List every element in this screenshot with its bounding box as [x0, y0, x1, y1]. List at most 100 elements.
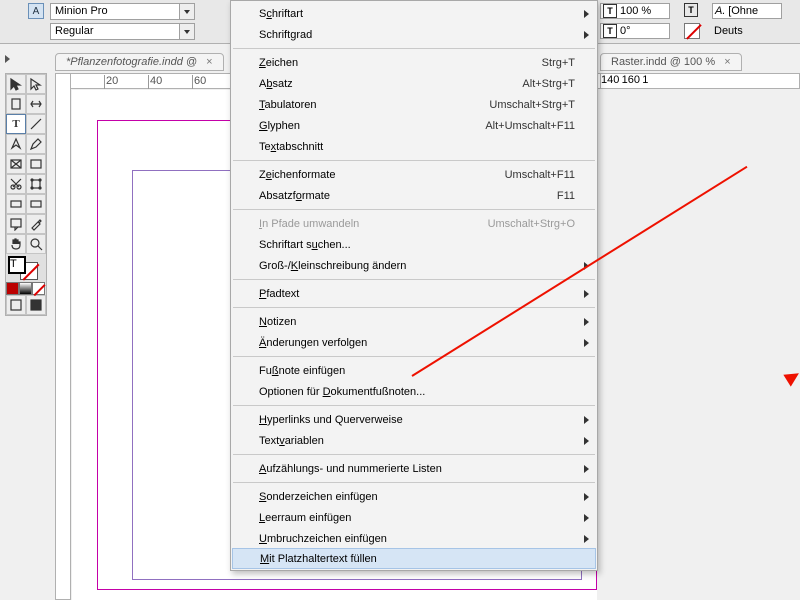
menu-item[interactable]: AbsatzAlt+Strg+T	[231, 73, 597, 94]
gradient-feather-tool[interactable]	[26, 194, 46, 214]
char-style-value: [Ohne	[728, 5, 758, 17]
menu-item[interactable]: Optionen für Dokumentfußnoten...	[231, 381, 597, 402]
menu-item[interactable]: ZeichenStrg+T	[231, 52, 597, 73]
view-mode-preview[interactable]	[26, 295, 46, 315]
stroke-swatch[interactable]	[684, 23, 700, 39]
scissors-tool[interactable]	[6, 174, 26, 194]
menu-item-label: Mit Platzhaltertext füllen	[260, 553, 377, 565]
tab-title: *Pflanzenfotografie.indd @	[66, 56, 197, 68]
rectangle-frame-tool[interactable]	[6, 154, 26, 174]
hand-tool[interactable]	[6, 234, 26, 254]
document-tab-active[interactable]: *Pflanzenfotografie.indd @ ×	[55, 53, 224, 71]
zoom-tool[interactable]	[26, 234, 46, 254]
font-family-value: Minion Pro	[55, 5, 108, 17]
menu-item[interactable]: Mit Platzhaltertext füllen	[232, 548, 596, 569]
selection-tool[interactable]	[6, 74, 26, 94]
free-transform-tool[interactable]	[26, 174, 46, 194]
menu-item[interactable]: Schriftart	[231, 3, 597, 24]
rectangle-tool[interactable]	[26, 154, 46, 174]
close-icon[interactable]: ×	[724, 56, 730, 68]
menu-item[interactable]: Schriftgrad	[231, 24, 597, 45]
ruler-tick: 20	[104, 75, 118, 89]
ruler-tick: 140	[601, 74, 619, 86]
pencil-tool[interactable]	[26, 134, 46, 154]
menu-separator	[233, 279, 595, 280]
fill-stroke-swatches[interactable]: T	[6, 254, 46, 282]
menu-item-label: Glyphen	[259, 120, 300, 132]
menu-item-shortcut: Alt+Umschalt+F11	[485, 120, 575, 132]
text-color-icon[interactable]: T	[684, 3, 698, 17]
menu-item-shortcut: Umschalt+Strg+O	[488, 218, 575, 230]
menu-item[interactable]: AbsatzformateF11	[231, 185, 597, 206]
menu-item[interactable]: Textabschnitt	[231, 136, 597, 157]
menu-item-label: Zeichenformate	[259, 169, 335, 181]
menu-item-label: Textvariablen	[259, 435, 324, 447]
menu-item[interactable]: Aufzählungs- und nummerierte Listen	[231, 458, 597, 479]
menu-item[interactable]: Sonderzeichen einfügen	[231, 486, 597, 507]
font-style-select[interactable]: Regular	[50, 23, 195, 40]
menu-item: In Pfade umwandelnUmschalt+Strg+O	[231, 213, 597, 234]
close-icon[interactable]: ×	[206, 56, 212, 68]
horizontal-ruler-2[interactable]: 140 160 1	[600, 73, 800, 89]
language-select[interactable]: Deuts	[712, 23, 782, 39]
menu-separator	[233, 160, 595, 161]
menu-item-label: Zeichen	[259, 57, 298, 69]
menu-item-label: Notizen	[259, 316, 296, 328]
menu-item-label: Fußnote einfügen	[259, 365, 345, 377]
color-mode-row	[6, 282, 46, 295]
menu-item[interactable]: Schriftart suchen...	[231, 234, 597, 255]
ruler-tick: 160	[622, 74, 640, 86]
menu-item-label: Schriftart	[259, 8, 303, 20]
char-style-select[interactable]: A. [Ohne	[712, 3, 782, 19]
eyedropper-tool[interactable]	[26, 214, 46, 234]
menu-item[interactable]: Fußnote einfügen	[231, 360, 597, 381]
menu-item[interactable]: TabulatorenUmschalt+Strg+T	[231, 94, 597, 115]
menu-item-label: Schriftgrad	[259, 29, 312, 41]
menu-item[interactable]: Änderungen verfolgen	[231, 332, 597, 353]
font-style-value: Regular	[55, 25, 94, 37]
menu-item[interactable]: Umbruchzeichen einfügen	[231, 528, 597, 549]
apply-none-icon[interactable]	[32, 282, 45, 295]
note-tool[interactable]	[6, 214, 26, 234]
menu-item[interactable]: Groß-/Kleinschreibung ändern	[231, 255, 597, 276]
chevron-down-icon[interactable]	[179, 24, 194, 39]
menu-item[interactable]: Leerraum einfügen	[231, 507, 597, 528]
skew-value: 0°	[620, 25, 631, 37]
line-tool[interactable]	[26, 114, 46, 134]
options-bar-right: T 100 % T 0° T A. [Ohne Deuts	[600, 0, 800, 44]
gap-tool[interactable]	[26, 94, 46, 114]
gradient-swatch-tool[interactable]	[6, 194, 26, 214]
menu-item[interactable]: Hyperlinks und Querverweise	[231, 409, 597, 430]
menu-item-label: Änderungen verfolgen	[259, 337, 367, 349]
menu-separator	[233, 482, 595, 483]
menu-item[interactable]: ZeichenformateUmschalt+F11	[231, 164, 597, 185]
menu-separator	[233, 405, 595, 406]
direct-selection-tool[interactable]	[26, 74, 46, 94]
vertical-ruler[interactable]	[55, 73, 71, 600]
menu-separator	[233, 454, 595, 455]
apply-gradient-icon[interactable]	[19, 282, 32, 295]
apply-color-icon[interactable]	[6, 282, 19, 295]
pen-tool[interactable]	[6, 134, 26, 154]
char-panel-icon[interactable]: A	[28, 3, 44, 19]
page-tool[interactable]	[6, 94, 26, 114]
skew-field[interactable]: T 0°	[600, 23, 670, 39]
panel-expand-icon[interactable]	[3, 52, 11, 66]
menu-item-label: Tabulatoren	[259, 99, 317, 111]
fill-swatch[interactable]: T	[8, 256, 26, 274]
font-family-select[interactable]: Minion Pro	[50, 3, 195, 20]
type-tool[interactable]: T	[6, 114, 26, 134]
menu-item[interactable]: Glyphen Alt+Umschalt+F11	[231, 115, 597, 136]
ruler-tick: 1	[642, 74, 648, 86]
menu-item-label: Pfadtext	[259, 288, 299, 300]
hscale-value: 100 %	[620, 5, 651, 17]
chevron-down-icon[interactable]	[179, 4, 194, 19]
menu-item-label: Textabschnitt	[259, 141, 323, 153]
hscale-field[interactable]: T 100 %	[600, 3, 670, 19]
annotation-arrowhead-icon	[783, 367, 800, 386]
menu-item[interactable]: Textvariablen	[231, 430, 597, 451]
menu-item[interactable]: Notizen	[231, 311, 597, 332]
view-mode-normal[interactable]	[6, 295, 26, 315]
document-tab[interactable]: Raster.indd @ 100 % ×	[600, 53, 742, 71]
menu-separator	[233, 356, 595, 357]
